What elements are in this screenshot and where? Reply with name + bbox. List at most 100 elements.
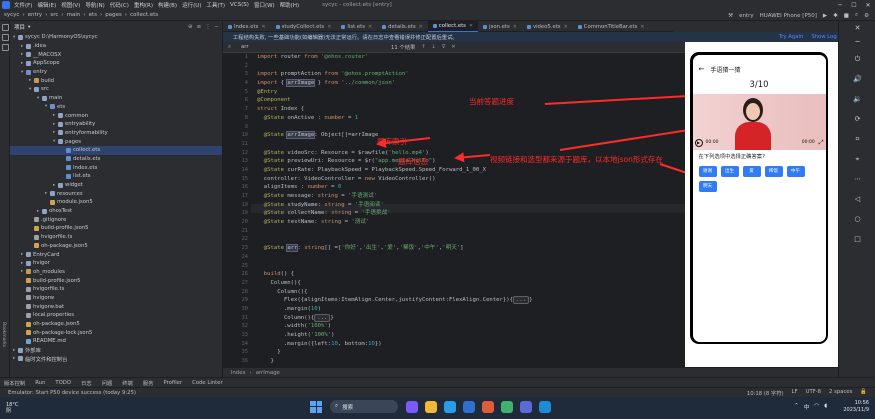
app-icon[interactable]	[501, 400, 513, 413]
line-number[interactable]: 19	[223, 209, 251, 218]
tree-item[interactable]: ▸ entryability	[10, 120, 222, 129]
close-tab-icon[interactable]: ✕	[327, 24, 331, 30]
project-tool-icon[interactable]	[1, 24, 9, 31]
breadcrumb-item[interactable]: main	[67, 12, 81, 18]
hide-panel-icon[interactable]: ─	[215, 24, 218, 30]
tool-window-button[interactable]: 终端	[122, 379, 133, 387]
code-line[interactable]: Flex({alignItems:ItemAlign.Center,justif…	[257, 296, 682, 305]
next-match-icon[interactable]: ↓	[432, 44, 436, 50]
options-icon[interactable]: ⋮	[205, 24, 211, 30]
line-number[interactable]: 1	[223, 53, 251, 62]
filter-icon[interactable]: ⊽	[442, 44, 446, 50]
debug-icon[interactable]: ✱	[833, 13, 838, 19]
tree-item[interactable]: oh-package.json5	[10, 242, 222, 251]
code-line[interactable]: import router from '@ohos.router'	[257, 53, 682, 62]
start-icon[interactable]	[310, 400, 322, 413]
tree-item[interactable]: hvigorfile.ts	[10, 285, 222, 294]
code-line[interactable]	[257, 262, 682, 271]
code-line[interactable]: alignItems : number = 0	[257, 183, 682, 192]
tree-item[interactable]: .gitignore	[10, 215, 222, 224]
line-number[interactable]: 31	[223, 314, 251, 323]
line-number[interactable]: 30	[223, 305, 251, 314]
tool-window-button[interactable]: Profiler	[163, 380, 182, 386]
tree-item[interactable]: list.ets	[10, 172, 222, 181]
breadcrumb-item[interactable]: pages	[105, 12, 122, 18]
answer-option-button[interactable]: 稀饭	[764, 165, 783, 177]
tool-window-button[interactable]: 日志	[81, 379, 92, 387]
code-line[interactable]: @State testName: string = '测试'	[257, 218, 682, 227]
project-panel-title[interactable]: 项目	[14, 23, 25, 31]
breadcrumb-item[interactable]: collect.ets	[130, 12, 158, 18]
tool-window-button[interactable]: TODO	[55, 380, 71, 386]
tree-item[interactable]: build-profile.json5	[10, 224, 222, 233]
volume-icon[interactable]: ◖	[824, 403, 827, 411]
gear-icon[interactable]: ⚙	[864, 13, 869, 19]
tree-item[interactable]: ▸ common	[10, 111, 222, 120]
video-player[interactable]: ▶ 00:00 00:00 ⤢	[692, 93, 826, 150]
breadcrumb-item[interactable]: sycyc	[4, 12, 19, 18]
answer-option-button[interactable]: 中午	[786, 165, 805, 177]
line-number[interactable]: 18	[223, 201, 251, 210]
code-line[interactable]: .height('100%')	[257, 331, 682, 340]
recent-nav-icon[interactable]: □	[839, 229, 875, 249]
volume-up-icon[interactable]: 🔊	[839, 69, 875, 89]
hammer-icon[interactable]: ⚒	[728, 13, 733, 19]
close-tab-icon[interactable]: ✕	[564, 24, 568, 30]
line-number[interactable]: 32	[223, 322, 251, 331]
editor-tab[interactable]: studyCollect.ets ✕	[271, 21, 337, 32]
close-find-icon[interactable]: ✕	[451, 44, 455, 50]
device-selector[interactable]: HUAWEI Phone [P50]	[760, 13, 817, 19]
task-view-icon[interactable]	[406, 400, 418, 413]
minimize-icon[interactable]: ─	[833, 2, 847, 9]
bookmarks-tool-label[interactable]: Bookmarks	[1, 322, 6, 347]
close-tab-icon[interactable]: ✕	[419, 24, 423, 30]
breadcrumb-item[interactable]: src	[50, 12, 58, 18]
code-line[interactable]: build() {	[257, 270, 682, 279]
back-nav-icon[interactable]: ◁	[839, 189, 875, 209]
code-line[interactable]: import { arrImage } from '../common/json…	[257, 79, 682, 88]
answer-option-button[interactable]: 出生	[720, 165, 739, 177]
menu-item[interactable]: 文件(F)	[14, 1, 32, 9]
menu-item[interactable]: 运行(U)	[182, 1, 201, 9]
tree-item[interactable]: ▸ ohosTest	[10, 207, 222, 216]
code-line[interactable]: .margin(10)	[257, 305, 682, 314]
menu-item[interactable]: VCS(S)	[230, 2, 249, 8]
input-language[interactable]: 中	[804, 403, 810, 411]
editor-tab[interactable]: CommonTitleBar.ets ✕	[573, 21, 650, 32]
code-line[interactable]: Column(){	[257, 279, 682, 288]
collapse-all-icon[interactable]: ≡	[197, 24, 202, 30]
line-separator[interactable]: LF	[792, 389, 798, 397]
try-again-link[interactable]: Try Again	[779, 34, 804, 40]
tree-item[interactable]: ▾ pages	[10, 137, 222, 146]
tree-item[interactable]: hvigorw.bat	[10, 302, 222, 311]
code-line[interactable]	[257, 62, 682, 71]
line-number[interactable]: 9	[223, 123, 251, 132]
editor-tab[interactable]: details.ets ✕	[377, 21, 428, 32]
home-nav-icon[interactable]: ○	[839, 209, 875, 229]
menu-item[interactable]: 帮助(H)	[280, 1, 299, 9]
line-number[interactable]: 21	[223, 227, 251, 236]
line-number[interactable]: 20	[223, 218, 251, 227]
tree-item[interactable]: ▸ widget	[10, 181, 222, 190]
volume-down-icon[interactable]: 🔉	[839, 89, 875, 109]
tree-item[interactable]: ▾ src	[10, 85, 222, 94]
code-line[interactable]: @State curRate: PlaybackSpeed = Playback…	[257, 166, 682, 175]
close-tab-icon[interactable]: ✕	[640, 24, 644, 30]
code-line[interactable]: @State studyName: string = '手语阅读'	[257, 201, 682, 210]
editor-tab[interactable]: Index.ets ✕	[223, 21, 271, 32]
vscode-icon[interactable]	[539, 400, 551, 413]
line-number[interactable]: 7	[223, 105, 251, 114]
close-icon[interactable]: ✕	[839, 21, 875, 35]
line-number[interactable]: 5	[223, 88, 251, 97]
location-icon[interactable]: ⌖	[839, 149, 875, 169]
line-number[interactable]: 29	[223, 296, 251, 305]
stop-icon[interactable]: ■	[844, 13, 849, 19]
store-icon[interactable]	[463, 400, 475, 413]
search-icon[interactable]: ⌕	[855, 12, 858, 19]
crumb-member[interactable]: arrImage	[256, 370, 280, 376]
tool-window-button[interactable]: Code Linter	[192, 380, 223, 386]
tree-item[interactable]: oh-package.json5	[10, 320, 222, 329]
menu-item[interactable]: 工具(T)	[206, 1, 225, 9]
tree-item[interactable]: details.ets	[10, 155, 222, 164]
crumb-struct[interactable]: Index	[231, 370, 246, 376]
